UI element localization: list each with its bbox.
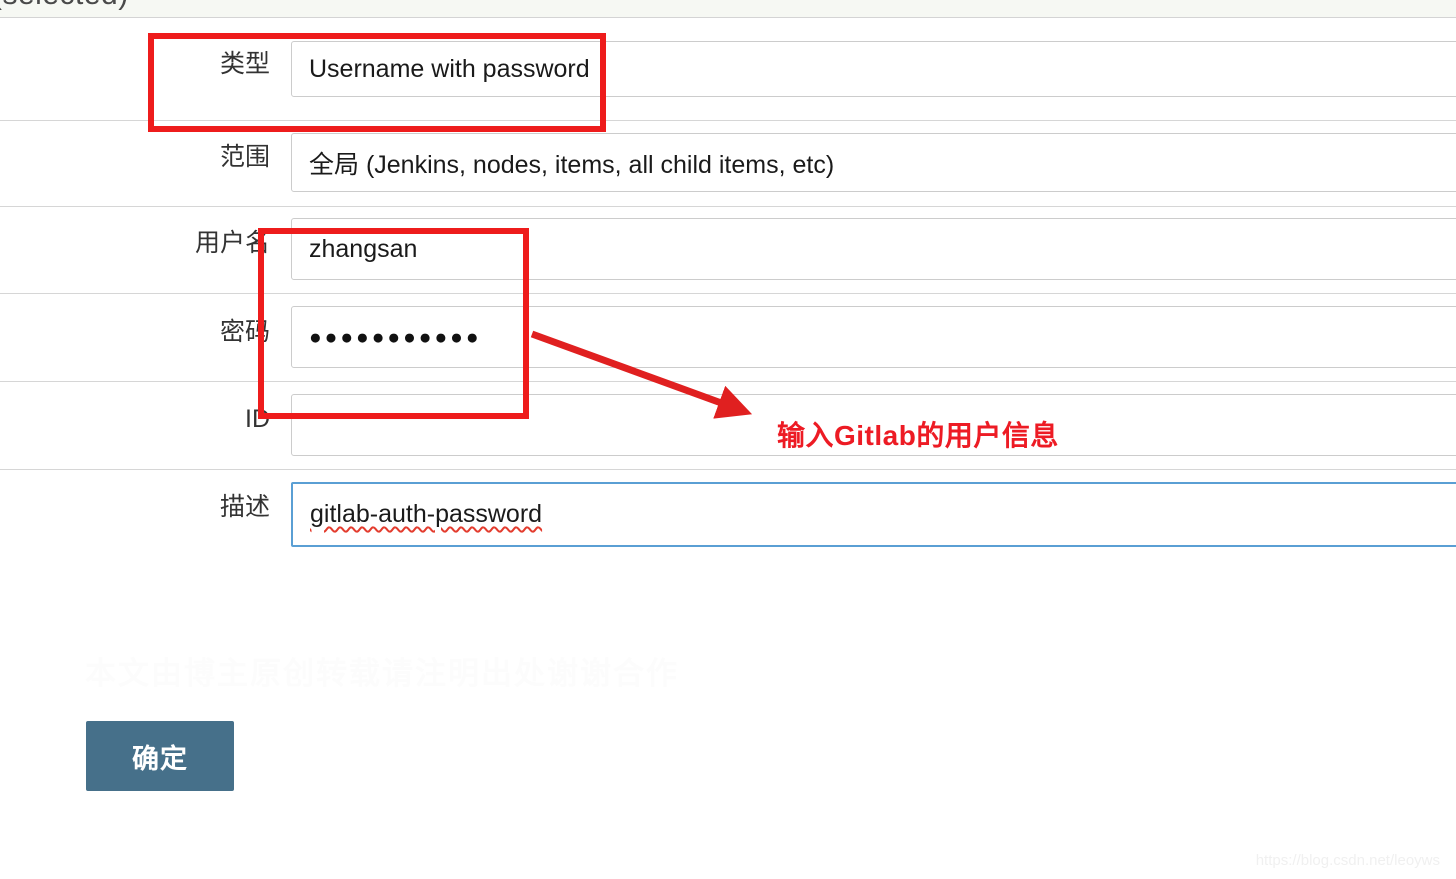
label-password: 密码 [219, 318, 270, 346]
label-description: 描述 [219, 493, 270, 521]
form-row-description: 描述 gitlab-auth-password [0, 470, 1456, 556]
top-cutoff-text: (selected) [0, 0, 129, 12]
top-cutoff-strip: (selected) ▾ [0, 0, 1456, 18]
label-type: 类型 [219, 50, 270, 78]
password-masked-value: ●●●●●●●●●●● [309, 325, 482, 349]
form-row-password: 密码 ●●●●●●●●●●● [0, 294, 1456, 382]
label-scope: 范围 [219, 143, 270, 171]
faint-watermark-band: 本文由博主原创转载请注明出处谢谢合作 [85, 656, 679, 691]
annotation-callout-text: 输入Gitlab的用户信息 [777, 420, 1059, 451]
scope-select[interactable]: 全局 (Jenkins, nodes, items, all child ite… [291, 133, 1456, 192]
credentials-form: 类型 Username with password 范围 全局 (Jenkins… [0, 18, 1456, 556]
description-input[interactable]: gitlab-auth-password [291, 482, 1456, 547]
form-row-scope: 范围 全局 (Jenkins, nodes, items, all child … [0, 121, 1456, 207]
form-row-type: 类型 Username with password [0, 18, 1456, 121]
label-username: 用户名 [194, 229, 270, 257]
type-select[interactable]: Username with password [291, 41, 1456, 97]
source-watermark: https://blog.csdn.net/leoyws [1255, 852, 1440, 869]
description-value: gitlab-auth-password [310, 500, 543, 528]
form-row-id: ID [0, 382, 1456, 470]
password-input[interactable]: ●●●●●●●●●●● [291, 306, 1456, 368]
form-row-username: 用户名 zhangsan [0, 207, 1456, 294]
username-input[interactable]: zhangsan [291, 218, 1456, 280]
label-id: ID [245, 405, 270, 433]
submit-button[interactable]: 确定 [86, 721, 234, 791]
